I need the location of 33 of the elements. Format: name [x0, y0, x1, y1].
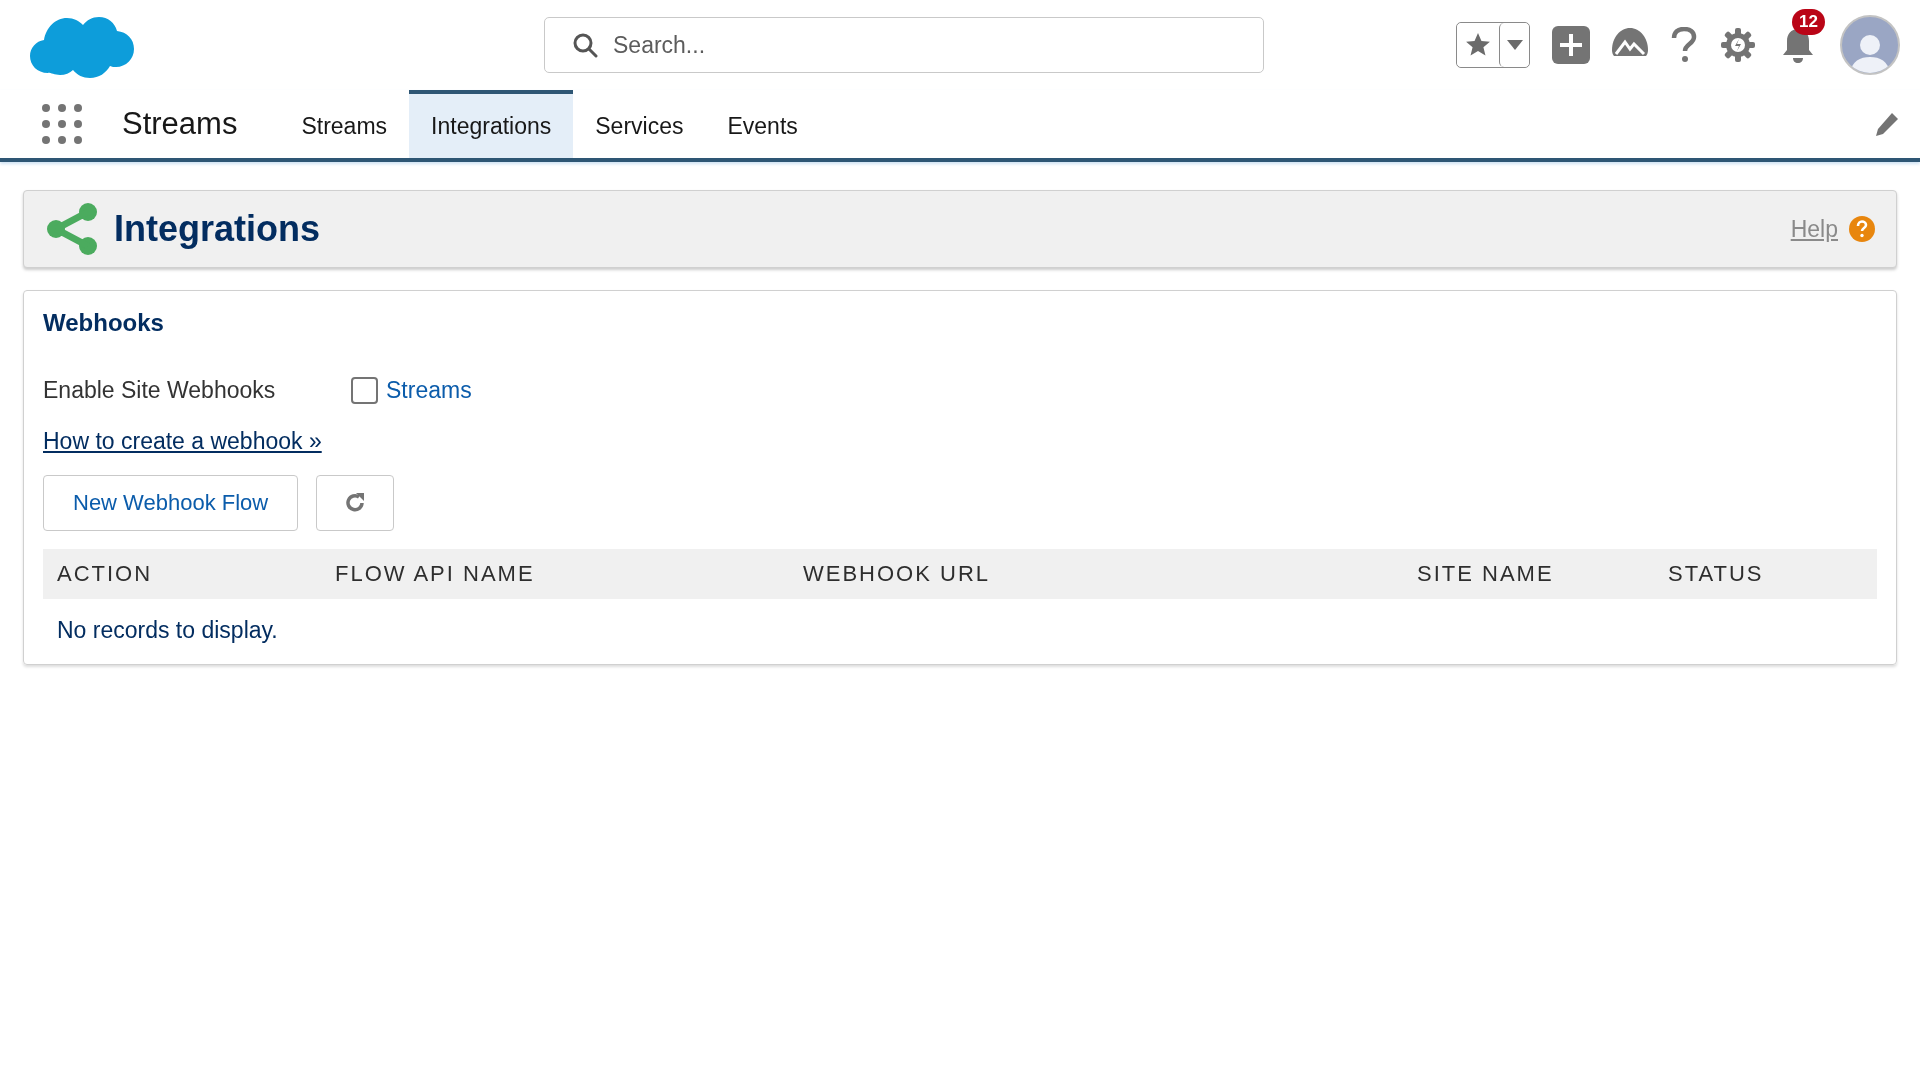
star-icon [1465, 32, 1491, 58]
nav-tab[interactable]: Streams [279, 90, 410, 158]
page-title: Integrations [114, 208, 320, 250]
help-icon[interactable] [1670, 27, 1698, 63]
nav-tab[interactable]: Integrations [409, 90, 574, 158]
caret-icon [1506, 40, 1523, 50]
nav-tab[interactable]: Events [705, 90, 820, 158]
help-icon[interactable] [1848, 215, 1876, 243]
field-label: Enable Site Webhooks [43, 377, 277, 404]
search-icon [572, 32, 598, 58]
empty-message: No records to display. [57, 617, 278, 643]
column-header: SITE NAME [1403, 549, 1654, 599]
new-webhook-flow-button[interactable]: New Webhook Flow [43, 475, 299, 531]
search-field[interactable]: Search... [544, 17, 1264, 73]
add-icon[interactable] [1552, 26, 1590, 64]
column-header: ACTION [43, 549, 321, 599]
pencil-icon[interactable] [1874, 111, 1900, 137]
help-link[interactable]: How to create a webhook » [43, 428, 322, 455]
column-header: WEBHOOK URL [789, 549, 1403, 599]
nav-tab[interactable]: Services [573, 90, 706, 158]
notification-badge: 12 [1792, 9, 1825, 35]
favorites-dropdown-button[interactable] [1499, 23, 1529, 67]
checkbox-label[interactable]: Streams [386, 377, 472, 404]
share-icon [44, 202, 100, 256]
section-title: Webhooks [43, 309, 165, 337]
checkbox[interactable] [351, 377, 378, 404]
column-header: FLOW API NAME [321, 549, 789, 599]
avatar[interactable] [1840, 15, 1900, 75]
settings-icon[interactable] [1720, 27, 1756, 63]
app-name: Streams [122, 106, 238, 142]
refresh-button[interactable] [316, 475, 395, 531]
app-launcher-icon[interactable] [42, 104, 82, 144]
column-header: STATUS [1654, 549, 1877, 599]
